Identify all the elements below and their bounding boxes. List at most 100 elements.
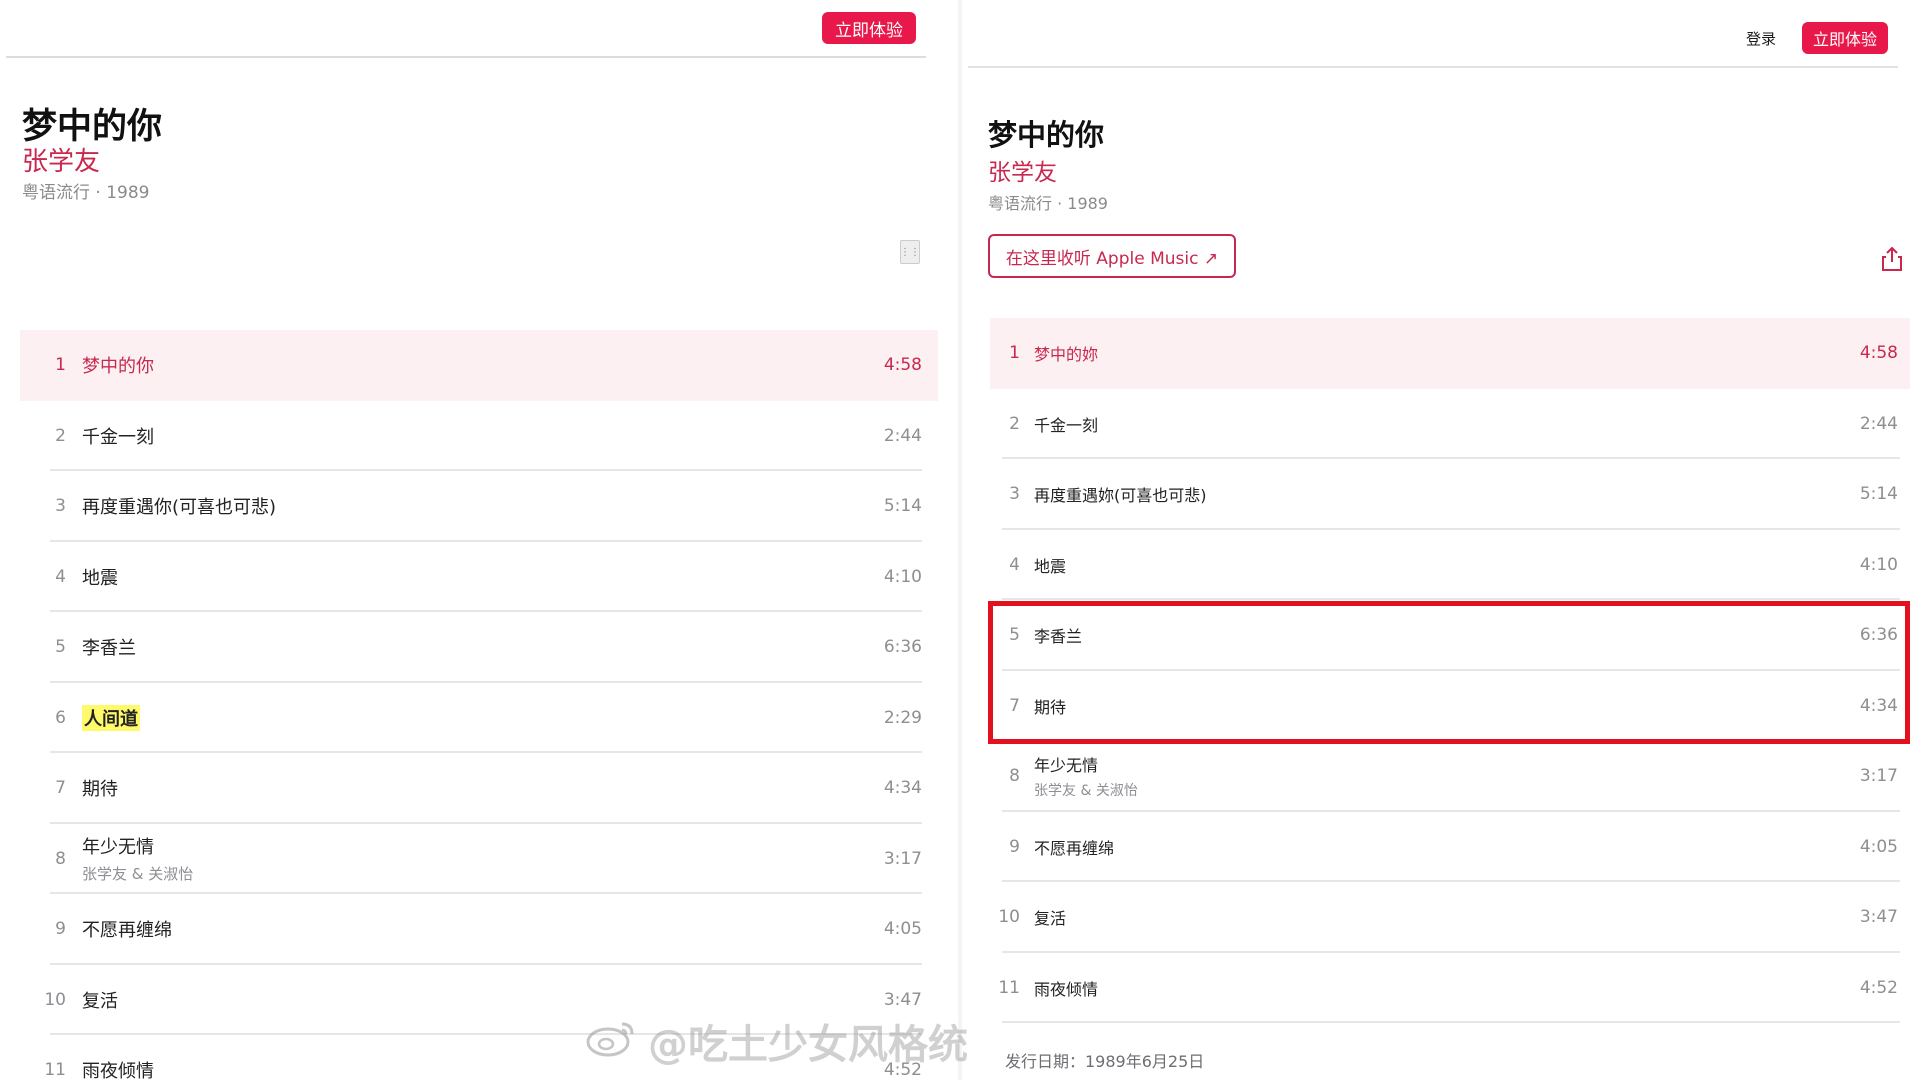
track-title: 梦中的妳 bbox=[1034, 345, 1099, 365]
track-duration: 2:44 bbox=[883, 425, 922, 446]
track-duration: 6:36 bbox=[883, 637, 922, 658]
track-title: 年少无情 bbox=[1034, 756, 1099, 776]
track-title-group: 再度重遇妳(可喜也可悲) bbox=[1034, 482, 1820, 506]
track-title-group: 梦中的妳 bbox=[1034, 341, 1820, 365]
track-duration: 3:47 bbox=[883, 989, 922, 1010]
top-bar bbox=[6, 0, 926, 58]
track-row[interactable]: 6 人间道 2:29 bbox=[20, 683, 938, 754]
track-title-group: 年少无情张学友 & 关淑怡 bbox=[1034, 752, 1820, 800]
track-duration: 2:44 bbox=[1859, 413, 1898, 434]
track-number: 1 bbox=[55, 355, 66, 376]
track-number: 2 bbox=[55, 425, 66, 446]
track-title: 地震 bbox=[1034, 556, 1067, 576]
try-now-button[interactable]: 立即体验 bbox=[1802, 22, 1888, 54]
track-number: 3 bbox=[55, 496, 66, 517]
track-number: 8 bbox=[55, 848, 66, 869]
album-meta: 粤语流行 · 1989 bbox=[22, 183, 150, 203]
track-title: 人间道 bbox=[82, 704, 140, 731]
track-title-group: 地震 bbox=[1034, 553, 1820, 577]
track-row[interactable]: 2 千金一刻 2:44 bbox=[990, 389, 1910, 460]
track-duration: 4:52 bbox=[1859, 977, 1898, 998]
annotation-highlight-box bbox=[988, 601, 1910, 744]
track-title: 梦中的你 bbox=[82, 356, 154, 378]
track-title-group: 梦中的你 bbox=[82, 352, 848, 378]
release-date: 发行日期：1989年6月25日 bbox=[1005, 1052, 1205, 1071]
track-title-group: 再度重遇你(可喜也可悲) bbox=[82, 493, 848, 519]
weibo-icon bbox=[586, 1022, 634, 1057]
track-row[interactable]: 4 地震 4:10 bbox=[990, 530, 1910, 601]
track-duration: 4:58 bbox=[1859, 343, 1898, 364]
right-screenshot-panel: 登录 立即体验 梦中的你 张学友 粤语流行 · 1989 在这里收听 Apple… bbox=[960, 0, 1920, 1080]
track-title-group: 雨夜倾情 bbox=[1034, 976, 1820, 1000]
track-number: 7 bbox=[55, 778, 66, 799]
track-number: 11 bbox=[998, 977, 1020, 998]
track-duration: 5:14 bbox=[1859, 484, 1898, 505]
track-duration: 4:05 bbox=[1859, 836, 1898, 857]
track-number: 4 bbox=[55, 566, 66, 587]
track-row[interactable]: 10 复活 3:47 bbox=[990, 882, 1910, 953]
track-title-group: 李香兰 bbox=[82, 634, 848, 660]
track-artists: 张学友 & 关淑怡 bbox=[1034, 783, 1138, 800]
track-title: 年少无情 bbox=[82, 837, 154, 859]
track-duration: 4:10 bbox=[1859, 554, 1898, 575]
track-row[interactable]: 1 梦中的你 4:58 bbox=[20, 330, 938, 401]
track-number: 10 bbox=[998, 907, 1020, 928]
track-number: 2 bbox=[1009, 413, 1020, 434]
track-title-group: 不愿再缠绵 bbox=[82, 916, 848, 942]
track-duration: 2:29 bbox=[883, 707, 922, 728]
track-title-group: 复活 bbox=[1034, 905, 1820, 929]
track-number: 6 bbox=[55, 707, 66, 728]
track-row[interactable]: 8 年少无情 张学友 & 关淑怡 3:17 bbox=[990, 741, 1910, 812]
track-row[interactable]: 9 不愿再缠绵 4:05 bbox=[20, 894, 938, 965]
share-icon[interactable] bbox=[1880, 246, 1904, 272]
artist-link[interactable]: 张学友 bbox=[988, 153, 1057, 187]
track-title: 复活 bbox=[82, 990, 118, 1012]
track-title: 地震 bbox=[82, 567, 118, 589]
track-title-group: 年少无情张学友 & 关淑怡 bbox=[82, 833, 848, 884]
track-title: 不愿再缠绵 bbox=[82, 920, 172, 942]
track-row[interactable]: 7 期待 4:34 bbox=[20, 753, 938, 824]
login-link[interactable]: 登录 bbox=[1746, 28, 1776, 49]
track-title: 李香兰 bbox=[82, 638, 136, 660]
more-icon[interactable]: ⋮⋮ bbox=[900, 240, 920, 264]
track-duration: 4:05 bbox=[883, 919, 922, 940]
track-title-group: 人间道 bbox=[82, 704, 848, 731]
track-duration: 3:47 bbox=[1859, 907, 1898, 928]
track-title-group: 不愿再缠绵 bbox=[1034, 835, 1820, 859]
track-row[interactable]: 1 梦中的妳 4:58 bbox=[990, 318, 1910, 389]
track-title: 不愿再缠绵 bbox=[1034, 838, 1115, 858]
track-row[interactable]: 9 不愿再缠绵 4:05 bbox=[990, 812, 1910, 883]
track-duration: 5:14 bbox=[883, 496, 922, 517]
listen-on-apple-music-button[interactable]: 在这里收听 Apple Music ↗ bbox=[988, 234, 1236, 278]
left-screenshot-panel: 立即体验 梦中的你 张学友 粤语流行 · 1989 ⋮⋮ 1 梦中的你 4:58 2 千… bbox=[0, 0, 960, 1080]
track-row[interactable]: 2 千金一刻 2:44 bbox=[20, 401, 938, 472]
track-row[interactable]: 5 李香兰 6:36 bbox=[20, 612, 938, 683]
track-number: 3 bbox=[1009, 484, 1020, 505]
track-title: 千金一刻 bbox=[82, 426, 154, 448]
track-number: 8 bbox=[1009, 766, 1020, 787]
track-row[interactable]: 3 再度重遇妳(可喜也可悲) 5:14 bbox=[990, 459, 1910, 530]
track-number: 11 bbox=[44, 1060, 66, 1080]
track-number: 1 bbox=[1009, 343, 1020, 364]
track-title-group: 地震 bbox=[82, 564, 848, 590]
album-title: 梦中的你 bbox=[988, 118, 1105, 152]
watermark: @吃土少女风格统 bbox=[648, 1022, 968, 1068]
artist-link[interactable]: 张学友 bbox=[22, 141, 100, 178]
track-title-group: 千金一刻 bbox=[82, 423, 848, 449]
track-title: 再度重遇你(可喜也可悲) bbox=[82, 497, 277, 519]
track-duration: 4:34 bbox=[883, 778, 922, 799]
try-now-button[interactable]: 立即体验 bbox=[822, 12, 916, 44]
track-number: 9 bbox=[1009, 836, 1020, 857]
track-list: 1 梦中的你 4:58 2 千金一刻 2:44 3 再度重遇你(可喜也可悲) 5:14 4 地震 4:… bbox=[20, 330, 938, 1080]
track-row[interactable]: 4 地震 4:10 bbox=[20, 542, 938, 613]
track-number: 9 bbox=[55, 919, 66, 940]
track-row[interactable]: 3 再度重遇你(可喜也可悲) 5:14 bbox=[20, 471, 938, 542]
track-title: 雨夜倾情 bbox=[1034, 979, 1099, 999]
track-artists: 张学友 & 关淑怡 bbox=[82, 865, 194, 884]
track-title: 复活 bbox=[1034, 909, 1067, 929]
track-row[interactable]: 11 雨夜倾情 4:52 bbox=[990, 953, 1910, 1024]
track-title-group: 期待 bbox=[82, 775, 848, 801]
track-number: 4 bbox=[1009, 554, 1020, 575]
track-row[interactable]: 8 年少无情 张学友 & 关淑怡 3:17 bbox=[20, 824, 938, 895]
track-duration: 4:10 bbox=[883, 566, 922, 587]
